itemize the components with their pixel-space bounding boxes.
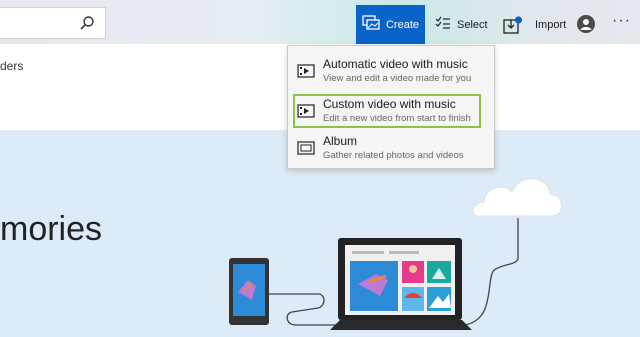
laptop-icon <box>330 238 472 330</box>
menu-item-subtitle: View and edit a video made for you <box>323 73 472 84</box>
hero-title: mories <box>0 210 103 248</box>
select-label: Select <box>457 18 488 31</box>
menu-item-album[interactable]: Album Gather related photos and videos <box>293 131 481 165</box>
create-label: Create <box>385 18 420 31</box>
album-icon <box>297 140 315 161</box>
top-toolbar: Create Select Import ··· <box>0 0 640 44</box>
menu-item-subtitle: Edit a new video from start to finish <box>323 113 471 124</box>
search-input[interactable] <box>0 7 106 39</box>
import-button[interactable]: Import <box>503 5 566 44</box>
import-label: Import <box>535 18 567 31</box>
folders-label[interactable]: ders <box>0 59 23 73</box>
video-music-icon <box>297 103 315 124</box>
menu-item-custom-video[interactable]: Custom video with music Edit a new video… <box>293 94 481 128</box>
menu-item-title: Album <box>323 134 358 148</box>
menu-item-subtitle: Gather related photos and videos <box>323 150 464 161</box>
create-icon <box>362 15 380 34</box>
import-icon <box>503 15 523 34</box>
menu-item-title: Automatic video with music <box>323 57 468 71</box>
select-icon <box>435 16 451 33</box>
video-music-icon <box>297 63 315 84</box>
menu-item-automatic-video[interactable]: Automatic video with music View and edit… <box>293 54 481 88</box>
cloud-icon <box>472 178 562 217</box>
account-avatar-icon[interactable] <box>577 15 595 33</box>
more-options-icon[interactable]: ··· <box>612 12 631 30</box>
search-icon[interactable] <box>79 15 95 36</box>
create-button[interactable]: Create <box>356 5 425 44</box>
create-dropdown-menu: Automatic video with music View and edit… <box>287 45 495 169</box>
select-button[interactable]: Select <box>435 5 488 44</box>
phone-icon <box>229 258 269 325</box>
menu-item-title: Custom video with music <box>323 97 456 111</box>
